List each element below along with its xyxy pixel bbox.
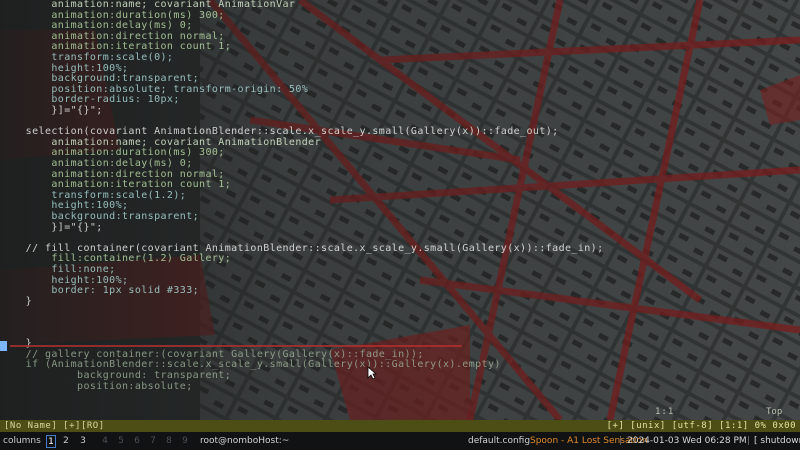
workspace-2[interactable]: 2 (61, 432, 71, 450)
shutdown-button[interactable]: [ shutdown ] (754, 432, 800, 450)
separator: | (747, 436, 751, 446)
separator: | (619, 436, 623, 446)
workspace-4[interactable]: 4 (100, 432, 110, 450)
statusline-fileinfo: [+] [unix] [utf-8] [1:1] 0% 0x00 (606, 421, 796, 431)
cursor-position: 1:1 (655, 407, 675, 417)
window-manager-bar: columns 1 2 3 4 5 6 7 8 9 root@nomboHost… (0, 432, 800, 450)
workspace-9[interactable]: 9 (180, 432, 190, 450)
workspace-7[interactable]: 7 (148, 432, 158, 450)
shutdown-label[interactable]: shutdown (760, 436, 800, 446)
text-cursor (0, 341, 7, 351)
visual-selection-bar (10, 345, 462, 347)
workspace-6[interactable]: 6 (132, 432, 142, 450)
statusline-filename: [No Name] [+][RO] (4, 421, 105, 431)
terminal-line: animation:name; covariant AnimationVar (0, 0, 296, 10)
scroll-percent: Top (766, 407, 783, 417)
terminal-window[interactable]: animation:name; covariant AnimationVar a… (0, 0, 800, 420)
terminal-line: position:absolute; (0, 380, 193, 392)
workspace-3[interactable]: 3 (78, 432, 88, 450)
terminal-line: }]="{}"; (0, 221, 103, 233)
terminal-line: } (0, 295, 33, 307)
workspace-8[interactable]: 8 (164, 432, 174, 450)
mouse-pointer-icon (367, 366, 377, 380)
focused-window-title[interactable]: root@nomboHost:~ (200, 432, 289, 450)
terminal-line: background:transparent; (0, 211, 200, 222)
config-label: default.config (468, 436, 531, 446)
workspace-1[interactable]: 1 (46, 435, 56, 448)
terminal-line: transform:scale(0); (0, 52, 174, 63)
layout-indicator[interactable]: columns (3, 432, 41, 450)
terminal-line: animation:delay(ms) 0; (0, 158, 193, 169)
clock[interactable]: 2024-01-03 Wed 06:28 PM (627, 432, 747, 450)
terminal-line: }]="{}"; (0, 105, 103, 116)
terminal-line: fill:none; (0, 264, 116, 275)
workspace-5[interactable]: 5 (116, 432, 126, 450)
vim-statusline: [No Name] [+][RO] [+] [unix] [utf-8] [1:… (0, 420, 800, 432)
terminal-line: background: transparent; (0, 370, 232, 381)
